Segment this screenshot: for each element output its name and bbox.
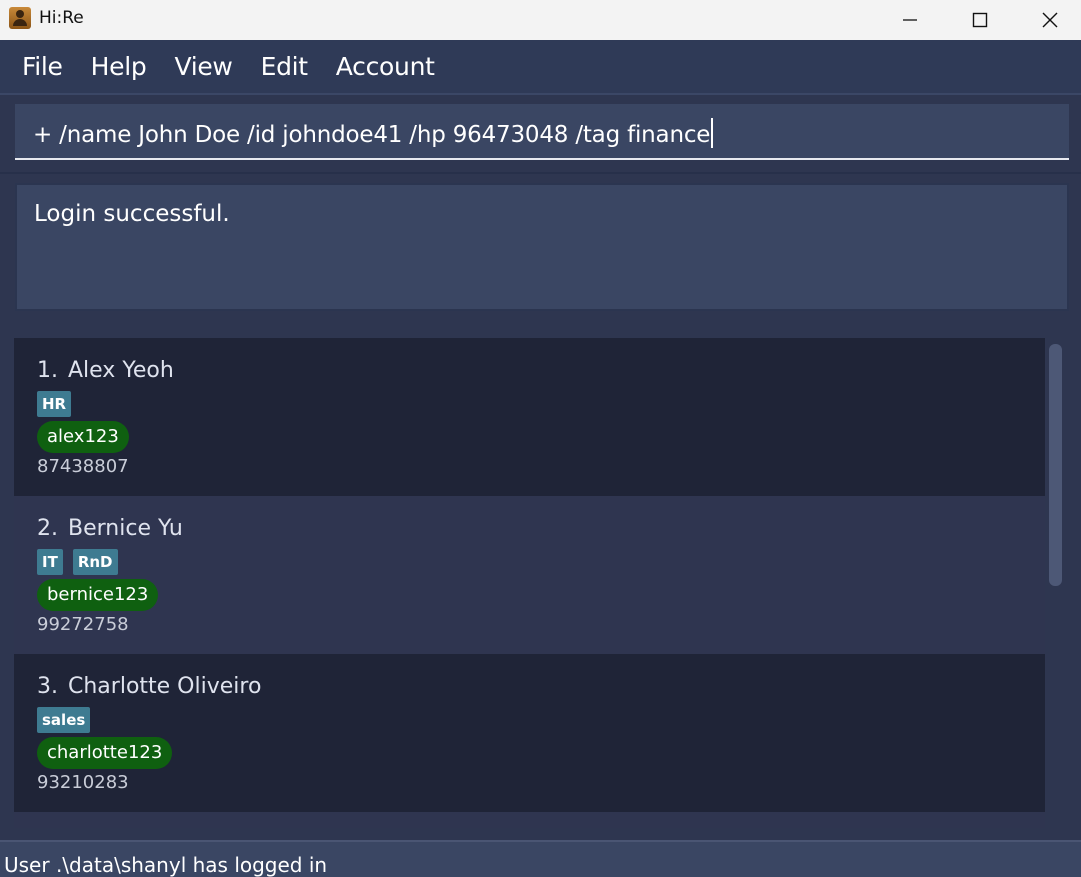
menu-help[interactable]: Help <box>77 40 161 93</box>
menu-account[interactable]: Account <box>322 40 449 93</box>
status-bar: User .\data\shanyl has logged in <box>0 840 1081 877</box>
menu-view[interactable]: View <box>160 40 246 93</box>
person-list-pane: 1. Alex Yeoh HR alex123 87438807 2. Bernic… <box>0 324 1081 840</box>
title-bar: Hi:Re <box>0 0 1081 40</box>
contact-book-icon <box>9 7 31 29</box>
tag-list: sales <box>37 707 91 733</box>
minimize-button[interactable] <box>875 0 945 40</box>
close-button[interactable] <box>1015 0 1081 40</box>
person-index: 3. <box>37 674 58 699</box>
tag: sales <box>37 707 91 733</box>
maximize-button[interactable] <box>945 0 1015 40</box>
menu-edit[interactable]: Edit <box>247 40 322 93</box>
tag: RnD <box>72 549 118 575</box>
text-caret <box>711 118 714 148</box>
person-index: 2. <box>37 516 58 541</box>
person-phone: 93210283 <box>37 772 129 793</box>
status-message: User .\data\shanyl has logged in <box>4 853 328 877</box>
person-name: Alex Yeoh <box>68 358 174 383</box>
tag: IT <box>37 549 63 575</box>
list-scrollbar[interactable] <box>1049 344 1062 586</box>
result-message: Login successful. <box>34 201 230 227</box>
app-window: Hi:Re File Help View Edit Account + /nam… <box>0 0 1081 877</box>
person-name: Bernice Yu <box>68 516 183 541</box>
command-input[interactable]: + /name John Doe /id johndoe41 /hp 96473… <box>15 104 1069 160</box>
result-display[interactable]: Login successful. <box>15 183 1069 311</box>
username-badge: charlotte123 <box>37 737 173 769</box>
person-card[interactable]: 3. Charlotte Oliveiro sales charlotte123 … <box>14 654 1045 812</box>
person-card[interactable]: 2. Bernice Yu IT RnD bernice123 99272758 <box>14 496 1045 654</box>
command-input-value: + /name John Doe /id johndoe41 /hp 96473… <box>33 122 711 148</box>
command-pane: + /name John Doe /id johndoe41 /hp 96473… <box>0 95 1081 169</box>
tag: HR <box>37 391 72 417</box>
person-card[interactable]: 1. Alex Yeoh HR alex123 87438807 <box>14 338 1045 496</box>
minimize-icon <box>903 19 917 21</box>
username-badge: alex123 <box>37 421 129 453</box>
person-index: 1. <box>37 358 58 383</box>
menu-bar: File Help View Edit Account <box>0 40 1081 95</box>
person-phone: 87438807 <box>37 456 129 477</box>
menu-file[interactable]: File <box>0 40 77 93</box>
close-icon <box>1042 12 1058 28</box>
username-badge: bernice123 <box>37 579 159 611</box>
window-title: Hi:Re <box>39 8 84 28</box>
person-card-partial <box>14 812 1045 828</box>
person-list[interactable]: 1. Alex Yeoh HR alex123 87438807 2. Bernic… <box>14 338 1045 828</box>
person-phone: 99272758 <box>37 614 129 635</box>
tag-list: HR <box>37 391 72 417</box>
person-name: Charlotte Oliveiro <box>68 674 262 699</box>
tag-list: IT RnD <box>37 549 118 575</box>
maximize-icon <box>972 12 988 28</box>
result-pane: Login successful. <box>0 172 1081 326</box>
